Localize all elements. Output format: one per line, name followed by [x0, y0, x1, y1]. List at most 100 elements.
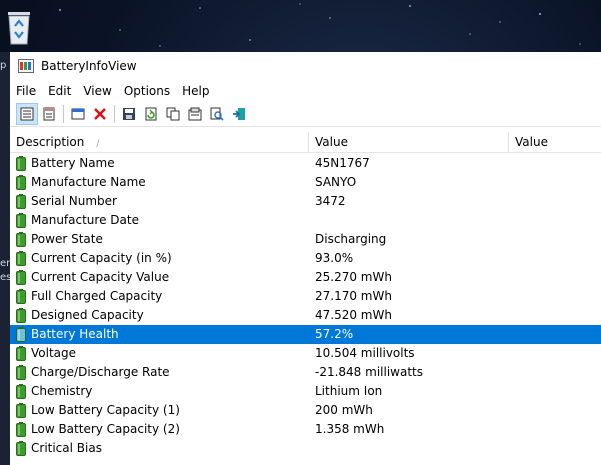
list-row[interactable]: Designed Capacity 47.520 mWh — [10, 306, 601, 325]
battery-info-window: BatteryInfoView File Edit View Options H… — [10, 52, 601, 465]
row-value: 27.170 mWh — [315, 289, 392, 303]
list-row[interactable]: Battery Name 45N1767 — [10, 154, 601, 173]
list-row[interactable]: Chemistry Lithium Ion — [10, 382, 601, 401]
row-description: Full Charged Capacity — [31, 289, 163, 303]
row-value: 10.504 millivolts — [315, 346, 415, 360]
row-description: Battery Health — [31, 327, 119, 341]
battery-icon — [16, 327, 26, 342]
list-row[interactable]: Critical Bias — [10, 439, 601, 458]
row-description: Chemistry — [31, 384, 93, 398]
row-description: Current Capacity (in %) — [31, 251, 172, 265]
row-description: Current Capacity Value — [31, 270, 170, 284]
copy-icon — [166, 107, 180, 121]
row-value: SANYO — [315, 175, 357, 189]
battery-icon — [16, 441, 26, 456]
battery-icon — [16, 365, 26, 380]
list-header: Description ∕ Value Value — [10, 132, 601, 153]
battery-icon — [16, 308, 26, 323]
list-row[interactable]: Battery Health 57.2% — [10, 325, 601, 344]
html-report-button[interactable] — [38, 103, 60, 125]
battery-icon — [16, 289, 26, 304]
list-row[interactable]: Voltage 10.504 millivolts — [10, 344, 601, 363]
desktop-stars — [59, 3, 581, 47]
desktop-left-strip: p er es — [0, 52, 10, 465]
list-row[interactable]: Low Battery Capacity (2) 1.358 mWh — [10, 420, 601, 439]
exit-button[interactable] — [228, 103, 250, 125]
list-row[interactable]: Current Capacity (in %) 93.0% — [10, 249, 601, 268]
row-description: Battery Name — [31, 156, 115, 170]
menu-options[interactable]: Options — [118, 84, 176, 98]
battery-icon — [16, 251, 26, 266]
list-row[interactable]: Low Battery Capacity (1) 200 mWh — [10, 401, 601, 420]
recycle-bin-icon[interactable] — [2, 8, 36, 46]
html-report-icon — [43, 107, 55, 121]
properties-icon — [71, 108, 85, 120]
menu-bar: File Edit View Options Help — [10, 80, 601, 101]
battery-icon — [16, 213, 26, 228]
row-description: Critical Bias — [31, 441, 102, 455]
copy-button[interactable] — [162, 103, 184, 125]
row-value: 3472 — [315, 194, 346, 208]
column-header-value-2[interactable]: Value — [509, 132, 601, 152]
row-description: Charge/Discharge Rate — [31, 365, 170, 379]
row-description: Manufacture Name — [31, 175, 146, 189]
refresh-button[interactable] — [140, 103, 162, 125]
sort-arrow-icon: ∕ — [96, 139, 100, 149]
list-row[interactable]: Power State Discharging — [10, 230, 601, 249]
find-button[interactable] — [206, 103, 228, 125]
delete-button[interactable] — [89, 103, 111, 125]
battery-icon — [16, 232, 26, 247]
list-row[interactable]: Current Capacity Value 25.270 mWh — [10, 268, 601, 287]
battery-app-icon — [18, 58, 34, 73]
row-description: Low Battery Capacity (2) — [31, 422, 180, 436]
column-header-description-label: Description — [16, 135, 85, 149]
toolbar — [10, 102, 601, 127]
refresh-icon — [145, 107, 157, 121]
battery-icon — [16, 403, 26, 418]
delete-icon — [94, 108, 106, 120]
row-description: Voltage — [31, 346, 77, 360]
row-description: Power State — [31, 232, 103, 246]
window-title: BatteryInfoView — [41, 58, 137, 73]
column-header-description[interactable]: Description ∕ — [10, 132, 309, 152]
list-row[interactable]: Full Charged Capacity 27.170 mWh — [10, 287, 601, 306]
battery-icon — [16, 175, 26, 190]
column-header-value-label: Value — [315, 135, 348, 149]
battery-icon — [16, 194, 26, 209]
battery-icon — [16, 270, 26, 285]
row-value: 1.358 mWh — [315, 422, 385, 436]
battery-icon — [16, 346, 26, 361]
row-description: Designed Capacity — [31, 308, 144, 322]
list-row[interactable]: Manufacture Date — [10, 211, 601, 230]
exit-icon — [233, 108, 245, 120]
list-row[interactable]: Serial Number 3472 — [10, 192, 601, 211]
options-icon — [188, 107, 202, 121]
strip-label: p — [0, 60, 7, 71]
menu-help[interactable]: Help — [176, 84, 215, 98]
row-value: 47.520 mWh — [315, 308, 392, 322]
save-icon — [123, 108, 135, 120]
row-description: Serial Number — [31, 194, 117, 208]
battery-icon — [16, 384, 26, 399]
battery-icon — [16, 422, 26, 437]
menu-view[interactable]: View — [77, 84, 117, 98]
row-value: Lithium Ion — [315, 384, 383, 398]
options-button[interactable] — [184, 103, 206, 125]
row-value: -21.848 milliwatts — [315, 365, 423, 379]
report-view-icon — [20, 107, 34, 121]
report-view-button[interactable] — [16, 103, 38, 125]
properties-button[interactable] — [67, 103, 89, 125]
column-header-value[interactable]: Value — [309, 132, 509, 152]
menu-edit[interactable]: Edit — [42, 84, 77, 98]
list-row[interactable]: Manufacture Name SANYO — [10, 173, 601, 192]
list-row[interactable]: Charge/Discharge Rate -21.848 milliwatts — [10, 363, 601, 382]
row-value: 93.0% — [315, 251, 354, 265]
strip-label: es — [0, 272, 10, 283]
column-header-value-2-label: Value — [515, 135, 548, 149]
row-description: Low Battery Capacity (1) — [31, 403, 180, 417]
menu-file[interactable]: File — [10, 84, 42, 98]
title-bar[interactable]: BatteryInfoView — [10, 52, 601, 79]
save-button[interactable] — [118, 103, 140, 125]
battery-icon — [16, 156, 26, 171]
row-value: 45N1767 — [315, 156, 370, 170]
